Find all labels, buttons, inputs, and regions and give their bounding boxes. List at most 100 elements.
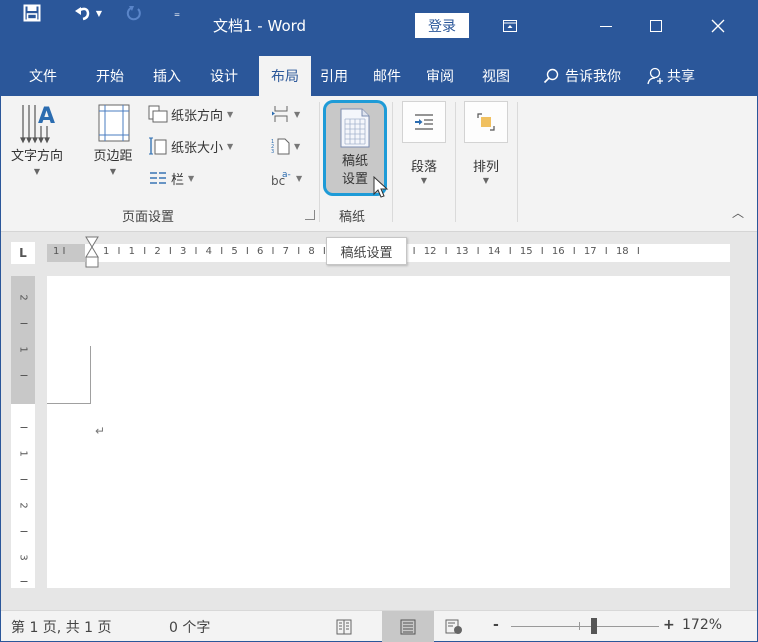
paragraph-button[interactable]: 段落 ▼: [402, 101, 446, 211]
tab-layout[interactable]: 布局: [259, 56, 311, 96]
tab-review[interactable]: 审阅: [420, 56, 460, 96]
chevron-down-icon: ▼: [188, 174, 194, 183]
margins-button[interactable]: 页边距 ▼: [85, 102, 141, 178]
undo-button[interactable]: ▼: [73, 1, 103, 25]
breaks-icon: [271, 105, 291, 123]
maximize-button[interactable]: [633, 13, 679, 39]
document-page[interactable]: ↵: [47, 276, 730, 588]
text-boundary-corner-mark: [47, 346, 91, 404]
minimize-button[interactable]: [583, 13, 629, 39]
tooltip: 稿纸设置: [326, 237, 407, 265]
word-window: ▼ ₌ 文档1 - Word 登录 文件 开始 插入 设计 布局 引用 邮件 审…: [0, 0, 758, 642]
chevron-down-icon: ▼: [227, 110, 233, 119]
line-numbers-icon: 123: [271, 137, 291, 155]
group-divider: [392, 102, 393, 222]
vruler-tick: 2: [18, 286, 29, 310]
columns-label: 栏: [171, 169, 184, 188]
hyphenation-icon: bca-: [271, 169, 293, 187]
zoom-in-button[interactable]: +: [663, 617, 675, 633]
zoom-slider-center-tick: [579, 622, 580, 630]
tab-stop-selector[interactable]: L: [11, 242, 35, 264]
vruler-tick: 3: [18, 546, 29, 570]
ribbon-layout: A 文字方向 ▼ 页边距 ▼ 纸张方向 ▼ 纸张大小 ▼: [1, 96, 757, 232]
word-count[interactable]: 0 个字: [169, 617, 210, 637]
size-label: 纸张大小: [171, 137, 223, 156]
vruler-tick: I: [18, 468, 29, 492]
share-label: 共享: [667, 66, 695, 86]
vruler-tick: I: [18, 416, 29, 440]
line-numbers-button[interactable]: 123 ▼: [271, 135, 300, 157]
zoom-out-button[interactable]: -: [493, 617, 499, 633]
read-mode-button[interactable]: [325, 611, 363, 642]
title-bar: ▼ ₌ 文档1 - Word 登录: [1, 1, 757, 51]
indent-marker-handle[interactable]: [85, 236, 99, 276]
tab-mailings[interactable]: 邮件: [367, 56, 407, 96]
vruler-tick: 1: [18, 442, 29, 466]
login-button[interactable]: 登录: [415, 13, 469, 38]
tell-me-search[interactable]: 告诉我你: [537, 56, 627, 96]
ribbon-tabs: 文件 开始 插入 设计 布局 引用 邮件 审阅 视图 告诉我你 共享: [1, 51, 757, 96]
zoom-slider[interactable]: [511, 626, 659, 627]
redo-button[interactable]: [123, 1, 145, 25]
vruler-tick: I: [18, 364, 29, 388]
print-layout-button[interactable]: [382, 611, 434, 642]
collapse-ribbon-icon[interactable]: ︿: [732, 204, 744, 221]
page-setup-group-label: 页面设置: [122, 206, 174, 225]
search-icon: [543, 68, 559, 84]
manuscript-group-label: 稿纸: [339, 206, 365, 225]
share-person-icon: [647, 67, 665, 85]
zoom-level[interactable]: 172%: [682, 617, 722, 633]
undo-dropdown-icon[interactable]: ▼: [96, 9, 102, 18]
share-button[interactable]: 共享: [641, 56, 701, 96]
manuscript-icon: [338, 107, 372, 149]
paragraph-label: 段落: [411, 156, 437, 175]
text-direction-button[interactable]: A 文字方向 ▼: [9, 102, 65, 178]
vruler-tick: I: [18, 520, 29, 544]
group-divider: [517, 102, 518, 222]
paper-size-icon: [148, 136, 168, 156]
tab-design[interactable]: 设计: [204, 56, 244, 96]
minimize-icon: [600, 26, 612, 27]
size-button[interactable]: 纸张大小 ▼: [148, 135, 233, 157]
ribbon-display-options-button[interactable]: [487, 13, 533, 39]
indent-icon: [413, 114, 435, 130]
paragraph-mark: ↵: [95, 424, 105, 438]
svg-text:3: 3: [271, 149, 274, 155]
vertical-ruler[interactable]: 2 I 1 I I 1 I 2 I 3 I: [11, 276, 35, 588]
svg-text:A: A: [38, 104, 55, 129]
close-icon: [711, 19, 725, 33]
tell-me-label: 告诉我你: [565, 66, 621, 86]
breaks-button[interactable]: ▼: [271, 103, 300, 125]
hyphenation-button[interactable]: bca- ▼: [271, 167, 302, 189]
text-direction-label: 文字方向: [11, 148, 63, 166]
orientation-button[interactable]: 纸张方向 ▼: [148, 103, 233, 125]
tab-view[interactable]: 视图: [476, 56, 516, 96]
document-title: 文档1 - Word: [213, 15, 306, 36]
arrange-button[interactable]: 排列 ▼: [464, 101, 508, 211]
read-mode-icon: [336, 619, 352, 635]
tab-insert[interactable]: 插入: [147, 56, 187, 96]
columns-button[interactable]: 栏 ▼: [148, 167, 194, 189]
customize-qat-button[interactable]: ₌: [167, 1, 187, 25]
close-button[interactable]: [695, 13, 741, 39]
columns-icon: [148, 171, 168, 185]
tab-references[interactable]: 引用: [314, 56, 354, 96]
arrange-icon: [475, 111, 497, 133]
orientation-label: 纸张方向: [171, 105, 223, 124]
page-count[interactable]: 第 1 页, 共 1 页: [11, 617, 112, 637]
margins-label: 页边距: [93, 148, 132, 166]
chevron-down-icon: ▼: [227, 142, 233, 151]
arrange-label: 排列: [473, 156, 499, 175]
web-layout-button[interactable]: [435, 611, 473, 642]
page-setup-dialog-launcher-icon[interactable]: [305, 210, 315, 220]
chevron-down-icon: ▼: [296, 174, 302, 183]
vruler-tick: 2: [18, 494, 29, 518]
group-divider: [319, 102, 320, 222]
vruler-tick: 1: [18, 338, 29, 362]
zoom-slider-thumb[interactable]: [591, 618, 597, 634]
save-button[interactable]: [19, 1, 45, 25]
tab-home[interactable]: 开始: [90, 56, 130, 96]
mouse-cursor-icon: [373, 176, 389, 200]
print-layout-icon: [400, 619, 416, 635]
tab-file[interactable]: 文件: [23, 56, 63, 96]
